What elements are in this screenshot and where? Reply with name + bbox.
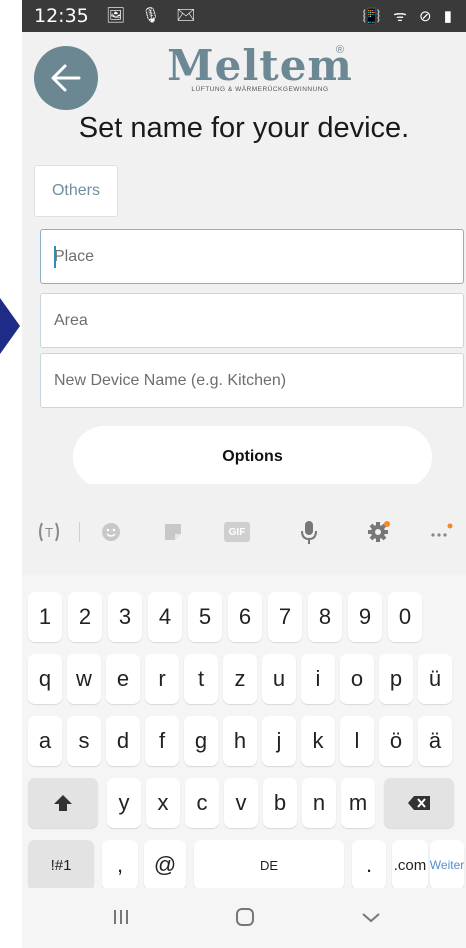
notification-icons: 🖼 🎙 ✉ xyxy=(106,7,202,24)
meltem-logo: Meltem LÜFTUNG & WÄRMERÜCKGEWINNUNG ® xyxy=(160,44,360,96)
space-key[interactable]: DE xyxy=(194,840,344,890)
key-2[interactable]: 2 xyxy=(68,592,102,642)
keyboard: T GIF 1 2 3 4 5 6 7 8 9 0 q w e r t z u … xyxy=(22,484,466,948)
key-g[interactable]: g xyxy=(184,716,218,766)
key-ae[interactable]: ä xyxy=(418,716,452,766)
key-m[interactable]: m xyxy=(341,778,375,828)
key-o[interactable]: o xyxy=(340,654,374,704)
phone-screen: 12:35 🖼 🎙 ✉ 📳 ᯤ ⊘ ▮ Meltem LÜFTUNG & WÄR… xyxy=(22,0,466,948)
device-name-input[interactable] xyxy=(41,354,463,407)
key-z[interactable]: z xyxy=(223,654,257,704)
toolbar-divider xyxy=(79,522,80,542)
emoji-icon[interactable] xyxy=(94,520,128,544)
back-button[interactable] xyxy=(34,46,98,110)
home-button[interactable] xyxy=(220,902,270,932)
at-key[interactable]: @ xyxy=(144,840,186,890)
pointer-arrow xyxy=(0,298,20,354)
key-l[interactable]: l xyxy=(340,716,374,766)
period-key[interactable]: . xyxy=(352,840,386,890)
key-p[interactable]: p xyxy=(379,654,413,704)
device-name-field[interactable] xyxy=(40,353,464,408)
key-v[interactable]: v xyxy=(224,778,258,828)
place-input[interactable] xyxy=(41,230,463,283)
key-1[interactable]: 1 xyxy=(28,592,62,642)
key-c[interactable]: c xyxy=(185,778,219,828)
chevron-down-icon xyxy=(362,913,380,923)
key-r[interactable]: r xyxy=(145,654,179,704)
key-d[interactable]: d xyxy=(106,716,140,766)
key-j[interactable]: j xyxy=(262,716,296,766)
backspace-icon xyxy=(408,796,430,810)
category-chip[interactable]: Others xyxy=(34,165,118,217)
dotcom-key[interactable]: .com xyxy=(392,840,428,890)
enter-key[interactable]: Weiter xyxy=(430,840,464,890)
key-9[interactable]: 9 xyxy=(348,592,382,642)
page-title: Set name for your device. xyxy=(78,112,410,144)
area-input[interactable] xyxy=(41,294,463,347)
key-7[interactable]: 7 xyxy=(268,592,302,642)
options-button[interactable]: Options xyxy=(73,426,432,488)
arrow-left-icon xyxy=(51,64,81,92)
navigation-bar xyxy=(22,888,466,948)
home-icon xyxy=(236,908,254,926)
key-5[interactable]: 5 xyxy=(188,592,222,642)
registered-mark: ® xyxy=(335,44,344,56)
key-ue[interactable]: ü xyxy=(418,654,452,704)
keyboard-toolbar: T GIF xyxy=(22,484,466,574)
logo-word: Meltem xyxy=(167,41,353,90)
status-time: 12:35 xyxy=(34,5,89,27)
place-field[interactable] xyxy=(40,229,464,284)
key-b[interactable]: b xyxy=(263,778,297,828)
status-bar: 12:35 🖼 🎙 ✉ 📳 ᯤ ⊘ ▮ xyxy=(22,0,466,32)
comma-key[interactable]: , xyxy=(102,840,138,890)
area-field[interactable] xyxy=(40,293,464,348)
key-oe[interactable]: ö xyxy=(379,716,413,766)
backspace-key[interactable] xyxy=(384,778,454,828)
key-6[interactable]: 6 xyxy=(228,592,262,642)
key-f[interactable]: f xyxy=(145,716,179,766)
key-w[interactable]: w xyxy=(67,654,101,704)
settings-icon[interactable] xyxy=(362,520,396,544)
more-icon[interactable] xyxy=(424,520,458,544)
key-k[interactable]: k xyxy=(301,716,335,766)
key-x[interactable]: x xyxy=(146,778,180,828)
key-i[interactable]: i xyxy=(301,654,335,704)
key-q[interactable]: q xyxy=(28,654,62,704)
recents-icon xyxy=(114,910,128,924)
key-3[interactable]: 3 xyxy=(108,592,142,642)
shift-key[interactable] xyxy=(28,778,98,828)
key-u[interactable]: u xyxy=(262,654,296,704)
gif-label: GIF xyxy=(224,522,250,542)
key-n[interactable]: n xyxy=(302,778,336,828)
app-header: Meltem LÜFTUNG & WÄRMERÜCKGEWINNUNG ® xyxy=(22,32,466,112)
system-icons: 📳 ᯤ ⊘ ▮ xyxy=(362,8,456,25)
key-0[interactable]: 0 xyxy=(388,592,422,642)
key-y[interactable]: y xyxy=(107,778,141,828)
svg-text:T: T xyxy=(44,526,53,540)
recent-apps-button[interactable] xyxy=(96,902,146,932)
key-4[interactable]: 4 xyxy=(148,592,182,642)
mic-icon[interactable] xyxy=(292,520,326,544)
key-8[interactable]: 8 xyxy=(308,592,342,642)
sticker-icon[interactable] xyxy=(156,520,190,544)
back-nav-button[interactable] xyxy=(346,902,396,932)
key-h[interactable]: h xyxy=(223,716,257,766)
key-a[interactable]: a xyxy=(28,716,62,766)
shift-icon xyxy=(54,795,72,811)
translate-icon[interactable]: T xyxy=(32,520,66,544)
symbols-key[interactable]: !#1 xyxy=(28,840,94,890)
key-t[interactable]: t xyxy=(184,654,218,704)
text-cursor xyxy=(54,246,56,268)
key-e[interactable]: e xyxy=(106,654,140,704)
key-s[interactable]: s xyxy=(67,716,101,766)
gif-icon[interactable]: GIF xyxy=(220,520,254,544)
